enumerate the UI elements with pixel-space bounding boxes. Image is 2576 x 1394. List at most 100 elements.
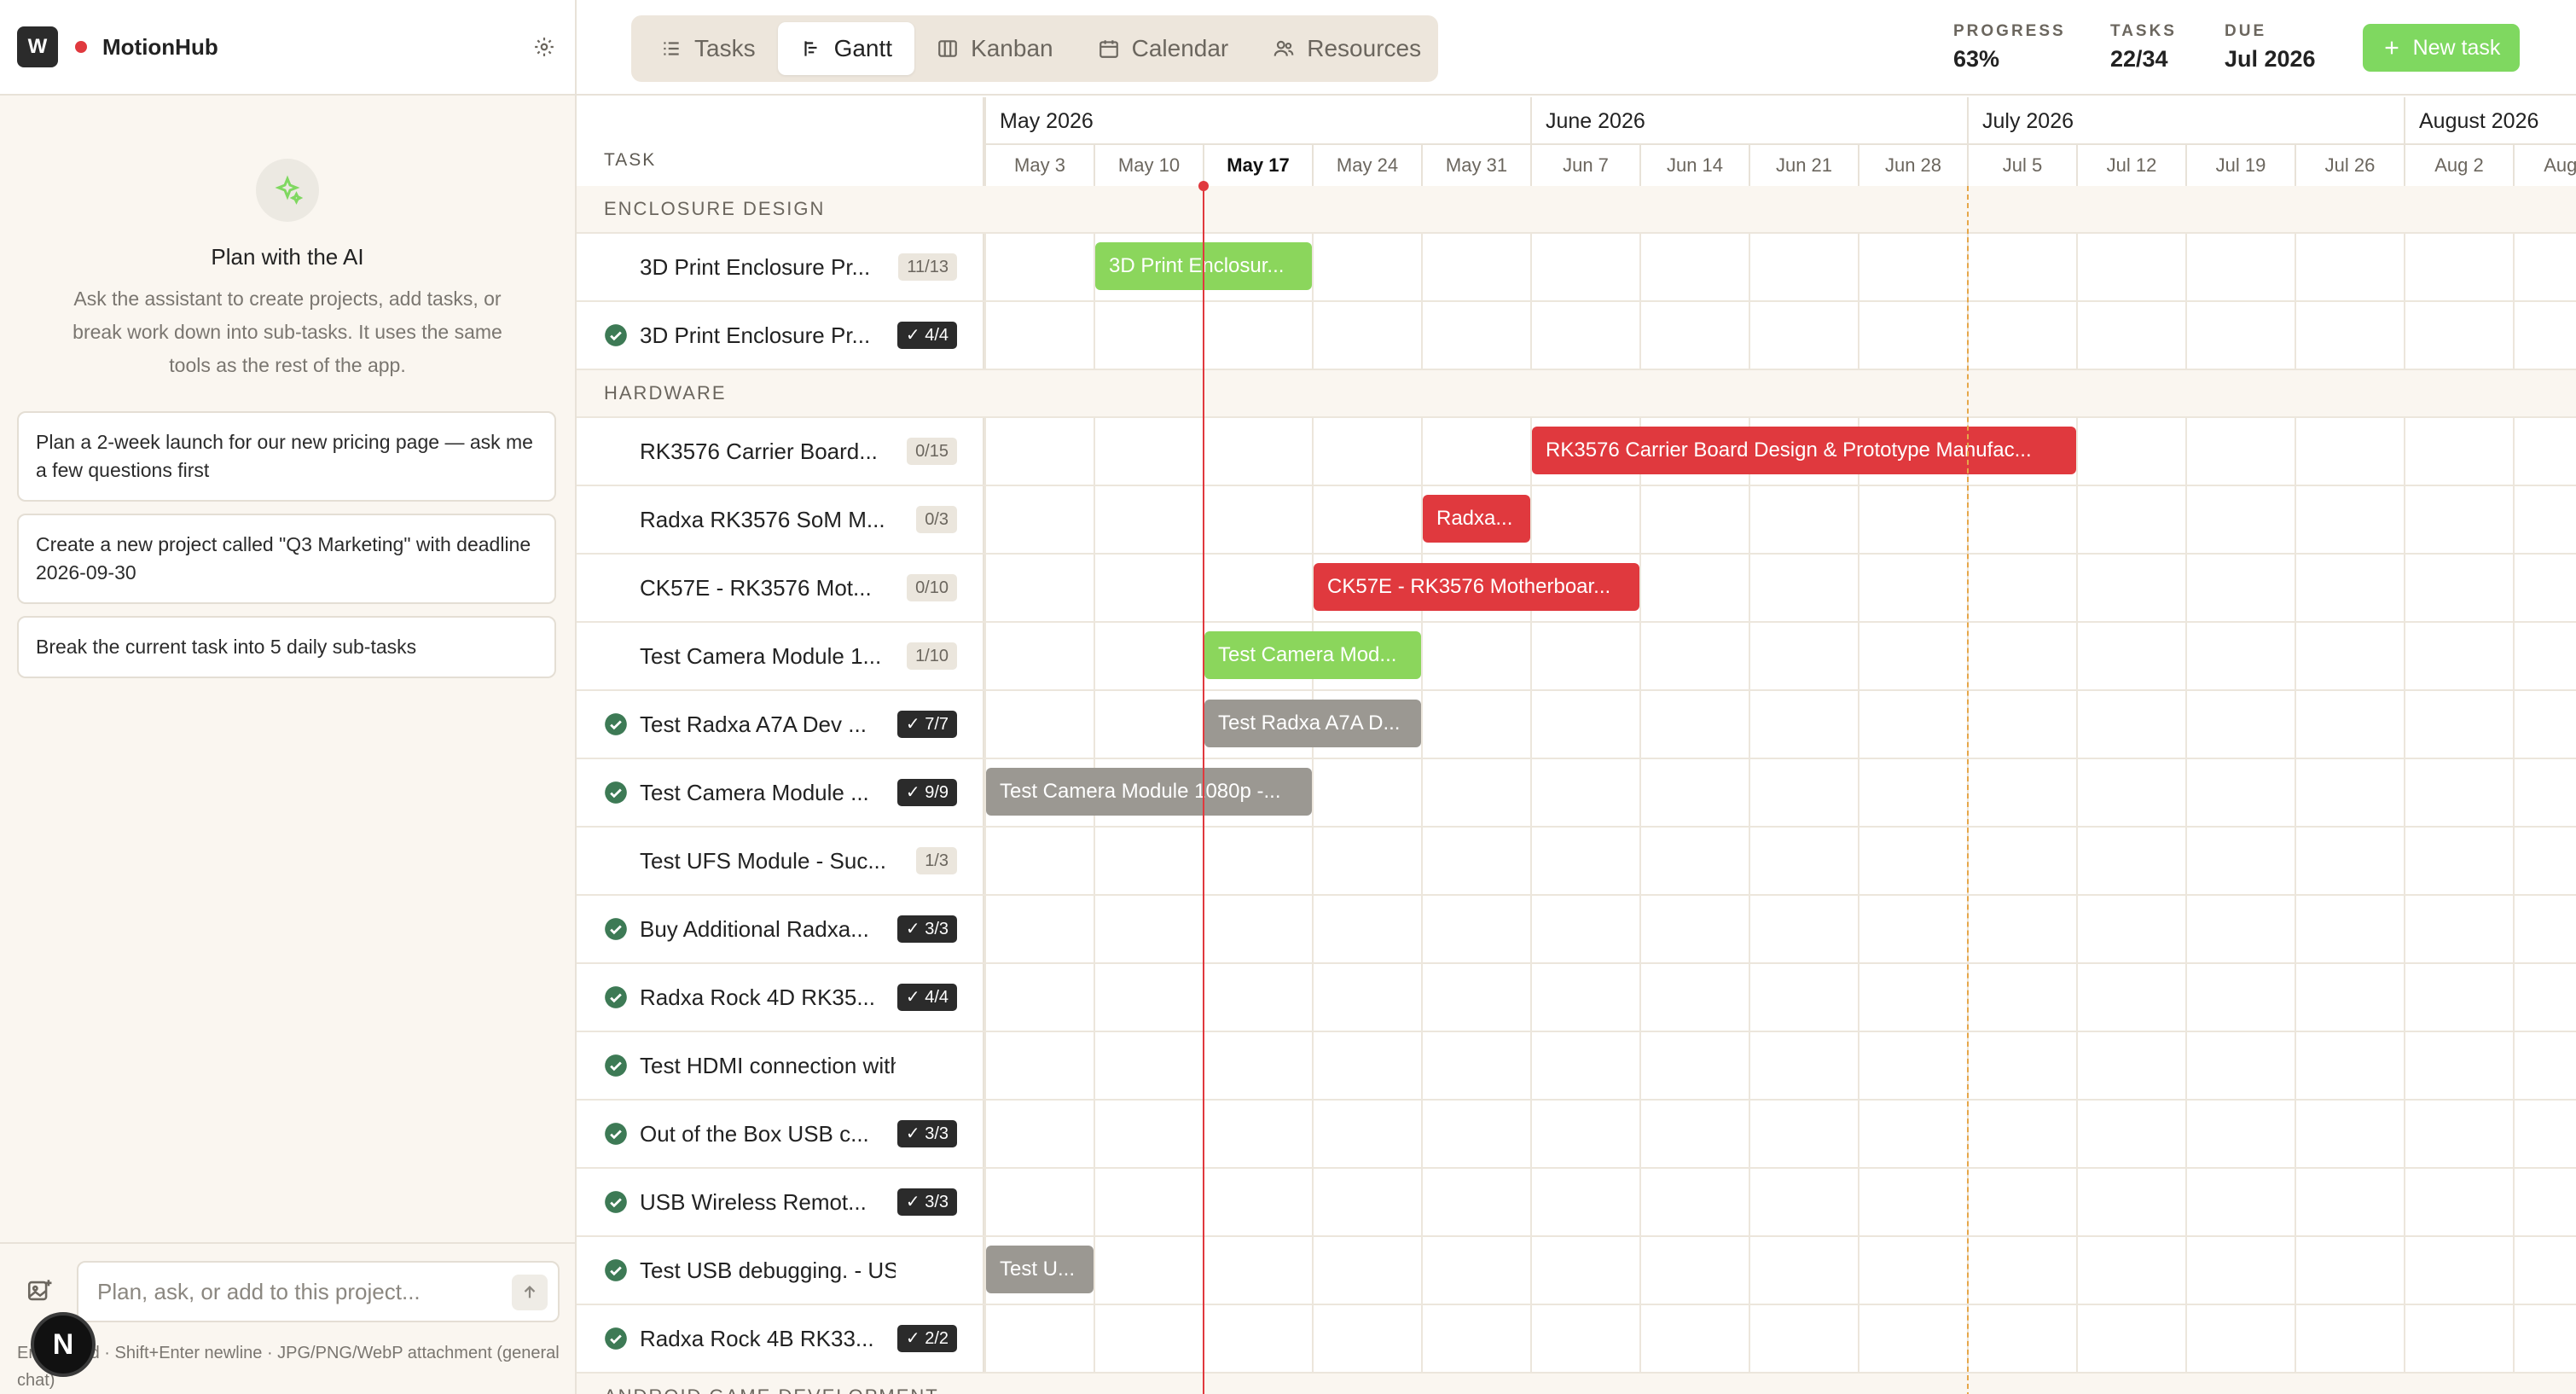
task-row[interactable]: Test Camera Module ... ✓ 9/9 Test Camera M… xyxy=(577,759,2576,828)
gantt-bar[interactable]: Radxa... xyxy=(1423,495,1530,543)
week-header: Aug 2 xyxy=(2404,145,2513,186)
task-row[interactable]: Test Camera Module 1... 1/10 Test Camera M… xyxy=(577,623,2576,691)
task-cell[interactable]: 3D Print Enclosure Pr... 11/13 xyxy=(577,234,984,300)
grid-line xyxy=(2404,623,2405,691)
stat-label: DUE xyxy=(2225,22,2267,40)
task-cell[interactable]: Radxa Rock 4B RK33... ✓ 2/2 xyxy=(577,1305,984,1372)
grid-line xyxy=(1858,1101,1859,1169)
task-row[interactable]: Radxa Rock 4D RK35... ✓ 4/4 xyxy=(577,964,2576,1032)
grid-line xyxy=(2185,1101,2187,1169)
user-avatar[interactable]: N xyxy=(31,1312,96,1377)
task-cell[interactable]: Test Camera Module ... ✓ 9/9 xyxy=(577,759,984,826)
task-cell[interactable]: Test Radxa A7A Dev ... ✓ 7/7 xyxy=(577,691,984,758)
task-row[interactable]: 3D Print Enclosure Pr... ✓ 4/4 xyxy=(577,302,2576,370)
task-cell[interactable]: Test USB debugging. - USB ... xyxy=(577,1237,984,1304)
send-button[interactable] xyxy=(512,1275,548,1310)
grid-line xyxy=(2295,486,2296,555)
view-tabs: Tasks Gantt Kanban Calendar Resources xyxy=(631,15,1438,82)
ai-intro: Plan with the AI Ask the assistant to cr… xyxy=(0,96,575,382)
week-header: Aug 9 xyxy=(2513,145,2576,186)
subtask-count-badge: ✓ 7/7 xyxy=(896,711,957,738)
task-cell[interactable]: Out of the Box USB c... ✓ 3/3 xyxy=(577,1101,984,1167)
ai-sidebar: W MotionHub Plan with the AI Ask the ass… xyxy=(0,0,577,1394)
tab-kanban[interactable]: Kanban xyxy=(914,22,1076,75)
month-header: May 2026 xyxy=(984,97,1530,145)
gantt-bar[interactable]: Test Camera Mod... xyxy=(1204,631,1421,679)
grid-line xyxy=(2076,1169,2078,1237)
grid-line xyxy=(1312,234,1314,302)
chat-input[interactable] xyxy=(78,1263,471,1321)
subtask-count-badge: 0/3 xyxy=(916,506,957,533)
workspace-badge[interactable]: W xyxy=(17,26,58,67)
task-cell[interactable]: USB Wireless Remot... ✓ 3/3 xyxy=(577,1169,984,1235)
tab-tasks[interactable]: Tasks xyxy=(638,22,778,75)
task-cell[interactable]: Test UFS Module - Suc... 1/3 xyxy=(577,828,984,894)
grid-line xyxy=(1530,234,1532,302)
task-name: Test USB debugging. - USB ... xyxy=(640,1257,896,1283)
task-row[interactable]: Test Radxa A7A Dev ... ✓ 7/7 Test Radxa A7… xyxy=(577,691,2576,759)
task-row[interactable]: 3D Print Enclosure Pr... 11/13 3D Print En… xyxy=(577,234,2576,302)
subtask-count-badge: 11/13 xyxy=(898,253,957,281)
suggestion-card[interactable]: Plan a 2-week launch for our new pricing… xyxy=(17,411,556,502)
task-name: Test Camera Module ... xyxy=(640,779,869,805)
task-cell[interactable]: Buy Additional Radxa... ✓ 3/3 xyxy=(577,896,984,962)
task-row[interactable]: Test HDMI connection with ... xyxy=(577,1032,2576,1101)
grid-line xyxy=(2185,623,2187,691)
grid-line xyxy=(2295,1032,2296,1101)
suggestion-card[interactable]: Create a new project called "Q3 Marketin… xyxy=(17,514,556,604)
grid-line xyxy=(2404,691,2405,759)
grid-line xyxy=(1749,1032,1750,1101)
composer-hint: Enter send · Shift+Enter newline · JPG/P… xyxy=(17,1344,560,1390)
gantt-bar[interactable]: CK57E - RK3576 Motherboar... xyxy=(1314,563,1639,611)
grid-line xyxy=(984,828,986,896)
gear-icon[interactable] xyxy=(531,33,558,61)
task-cell[interactable]: Test HDMI connection with ... xyxy=(577,1032,984,1099)
check-circle-icon xyxy=(602,1052,629,1079)
grid-line xyxy=(2513,896,2515,964)
gantt-bar[interactable]: RK3576 Carrier Board Design & Prototype … xyxy=(1532,427,2076,474)
task-cell[interactable]: 3D Print Enclosure Pr... ✓ 4/4 xyxy=(577,302,984,369)
grid-line xyxy=(1639,828,1641,896)
gantt-bar[interactable]: Test Radxa A7A D... xyxy=(1204,700,1421,747)
grid-line xyxy=(1749,1101,1750,1169)
check-circle-icon xyxy=(602,1325,629,1352)
grid-line xyxy=(1639,623,1641,691)
grid-line xyxy=(2513,1237,2515,1305)
task-row[interactable]: Radxa Rock 4B RK33... ✓ 2/2 xyxy=(577,1305,2576,1374)
task-cell[interactable]: Radxa RK3576 SoM M... 0/3 xyxy=(577,486,984,553)
task-cell[interactable]: RK3576 Carrier Board... 0/15 xyxy=(577,418,984,485)
task-row[interactable]: Test UFS Module - Suc... 1/3 xyxy=(577,828,2576,896)
tab-calendar[interactable]: Calendar xyxy=(1076,22,1251,75)
task-row[interactable]: USB Wireless Remot... ✓ 3/3 xyxy=(577,1169,2576,1237)
task-row[interactable]: Radxa RK3576 SoM M... 0/3 Radxa... xyxy=(577,486,2576,555)
task-row[interactable]: Out of the Box USB c... ✓ 3/3 xyxy=(577,1101,2576,1169)
tab-resources[interactable]: Resources xyxy=(1250,22,1443,75)
grid-line xyxy=(2404,1169,2405,1237)
grid-line xyxy=(1421,828,1423,896)
empty-check-slot xyxy=(602,438,629,465)
week-header: May 3 xyxy=(984,145,1094,186)
task-row[interactable]: RK3576 Carrier Board... 0/15 RK3576 Carrie… xyxy=(577,418,2576,486)
group-row: ANDROID GAME DEVELOPMENT xyxy=(577,1374,2576,1394)
image-attach-icon[interactable] xyxy=(26,1276,56,1307)
task-row[interactable]: CK57E - RK3576 Mot... 0/10 CK57E - RK3576 … xyxy=(577,555,2576,623)
group-row: HARDWARE xyxy=(577,370,2576,418)
task-row[interactable]: Buy Additional Radxa... ✓ 3/3 xyxy=(577,896,2576,964)
gantt-bar[interactable]: Test Camera Module 1080p -... xyxy=(986,768,1312,816)
new-task-button[interactable]: New task xyxy=(2363,24,2520,72)
due-date-marker xyxy=(1967,186,1969,1394)
empty-check-slot xyxy=(602,642,629,670)
grid-line xyxy=(2076,302,2078,370)
grid-line xyxy=(1858,691,1859,759)
task-cell[interactable]: Radxa Rock 4D RK35... ✓ 4/4 xyxy=(577,964,984,1031)
task-cell[interactable]: Test Camera Module 1... 1/10 xyxy=(577,623,984,689)
gantt-bar[interactable]: Test U... xyxy=(986,1246,1094,1293)
tab-gantt[interactable]: Gantt xyxy=(777,22,915,75)
task-cell[interactable]: CK57E - RK3576 Mot... 0/10 xyxy=(577,555,984,621)
grid-line xyxy=(1749,759,1750,828)
suggestion-card[interactable]: Break the current task into 5 daily sub-… xyxy=(17,616,556,678)
task-row[interactable]: Test USB debugging. - USB ... Test U... xyxy=(577,1237,2576,1305)
grid-line xyxy=(2076,1101,2078,1169)
grid-line xyxy=(1858,486,1859,555)
grid-line xyxy=(1312,1237,1314,1305)
